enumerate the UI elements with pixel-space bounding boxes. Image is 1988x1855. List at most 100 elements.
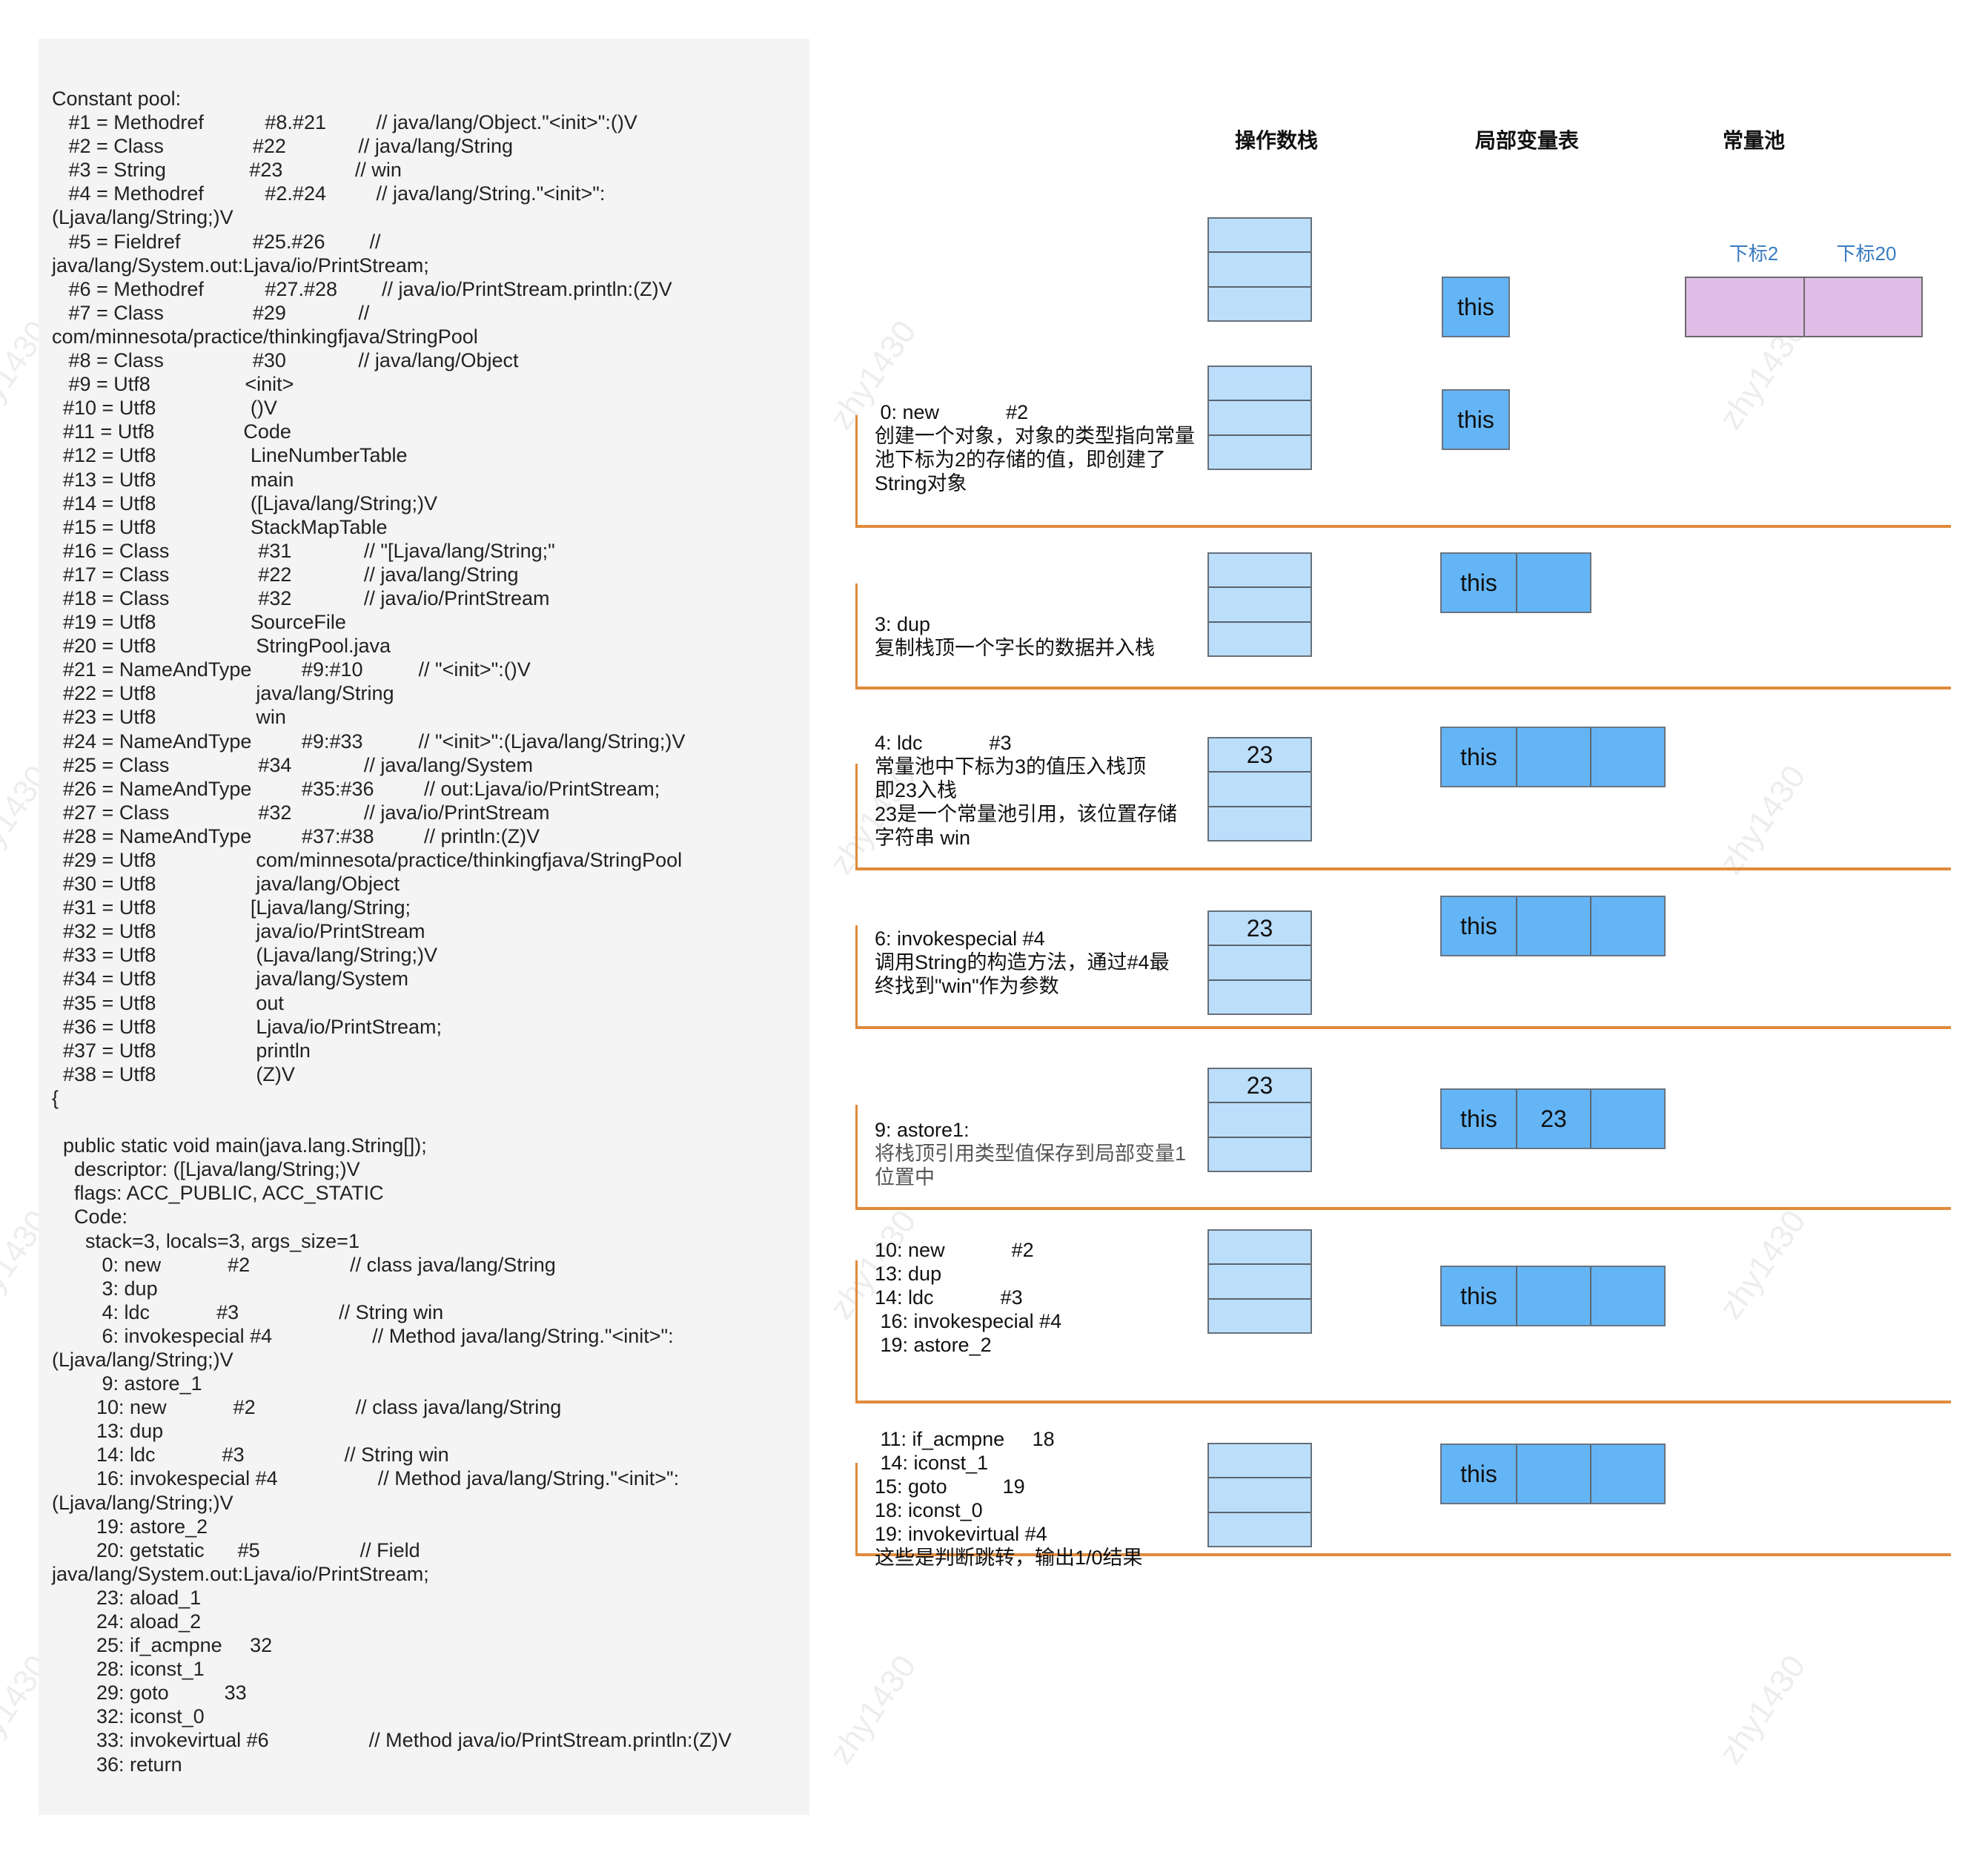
constant-pool-header: 常量池: [1722, 129, 1786, 152]
code-line: #25 = Class #34 // java/lang/System: [52, 753, 534, 776]
code-line: #21 = NameAndType #9:#10 // "<init>":()V: [52, 658, 531, 681]
operand-stack-slot: [1209, 979, 1311, 1014]
step-explanation: 将栈顶引用类型值保存到局部变量1: [875, 1143, 1187, 1165]
code-line: #8 = Class #30 // java/lang/Object: [52, 349, 519, 372]
local-variable-table: this: [1440, 1444, 1666, 1504]
code-line: 29: goto 33: [52, 1682, 247, 1704]
step-explanation: 终找到"win"作为参数: [875, 975, 1059, 997]
step-description: 11: if_acmpne 18 14: iconst_1 15: goto 19…: [875, 1427, 1143, 1570]
local-variable-slot: [1516, 897, 1590, 955]
local-variable-slot: this: [1442, 1090, 1516, 1148]
code-line: #16 = Class #31 // "[Ljava/lang/String;": [52, 539, 555, 562]
code-line: #3 = String #23 // win: [52, 159, 402, 182]
code-line: 13: dup: [52, 1420, 164, 1443]
local-variable-slot: 23: [1516, 1090, 1590, 1148]
code-line: Code:: [52, 1206, 128, 1229]
code-line: 3: dup: [52, 1277, 158, 1300]
code-line: #2 = Class #22 // java/lang/String: [52, 135, 514, 158]
code-line: #24 = NameAndType #9:#33 // "<init>":(Lj…: [52, 730, 686, 753]
code-line: #6 = Methodref #27.#28 // java/io/PrintS…: [52, 277, 672, 300]
step-explanation: 创建一个对象，对象的类型指向常量: [875, 425, 1195, 447]
step-explanation: String对象: [875, 472, 967, 495]
code-line: java/lang/System.out:Ljava/io/PrintStrea…: [52, 254, 429, 277]
operand-stack: [1207, 217, 1312, 322]
local-variables-header: 局部变量表: [1474, 129, 1580, 152]
constant-pool-cell: [1803, 278, 1921, 336]
code-line: (Ljava/lang/String;)V: [52, 206, 233, 229]
step-instruction: 3: dup: [875, 613, 931, 635]
step-description: 10: new #2 13: dup 14: ldc #3 16: invokesp…: [875, 1238, 1061, 1357]
local-variable-slot: [1590, 897, 1664, 955]
local-variable-table: this: [1440, 896, 1666, 956]
code-line: 19: astore_2: [52, 1515, 208, 1538]
code-line: stack=3, locals=3, args_size=1: [52, 1229, 360, 1252]
code-line: 0: new #2 // class java/lang/String: [52, 1253, 556, 1276]
bytecode-listing-panel: Constant pool: #1 = Methodref #8.#21 // …: [39, 39, 809, 1815]
code-line: 4: ldc #3 // String win: [52, 1300, 444, 1323]
step-instruction: 10: new #2: [875, 1239, 1034, 1261]
code-line: #27 = Class #32 // java/io/PrintStream: [52, 801, 550, 824]
operand-stack-slot: [1209, 1444, 1311, 1478]
operand-stack: [1207, 1229, 1312, 1334]
local-variable-table: this 23: [1440, 1088, 1666, 1149]
code-line: #19 = Utf8 SourceFile: [52, 611, 346, 634]
step-explanation: 字符串 win: [875, 827, 971, 849]
code-line: 25: if_acmpne 32: [52, 1634, 273, 1657]
code-line: 9: astore_1: [52, 1372, 202, 1395]
code-line: #35 = Utf8 out: [52, 991, 284, 1014]
code-line: java/lang/System.out:Ljava/io/PrintStrea…: [52, 1562, 429, 1585]
code-line: #15 = Utf8 StackMapTable: [52, 515, 388, 538]
operand-stack-slot: [1209, 219, 1311, 252]
step-description: 0: new #2 创建一个对象，对象的类型指向常量 池下标为2的存储的值，即创建了…: [875, 400, 1195, 495]
operand-stack: [1207, 552, 1312, 657]
step-instruction: 14: ldc #3: [875, 1286, 1023, 1309]
operand-stack-slot: [1209, 1263, 1311, 1298]
code-line: #17 = Class #22 // java/lang/String: [52, 563, 519, 586]
code-line: #26 = NameAndType #35:#36 // out:Ljava/i…: [52, 777, 660, 800]
code-line: 23: aload_1: [52, 1586, 202, 1609]
code-line: #23 = Utf8 win: [52, 706, 286, 729]
code-line: #28 = NameAndType #37:#38 // println:(Z)…: [52, 824, 540, 847]
step-explanation: 复制栈顶一个字长的数据并入栈: [875, 637, 1155, 659]
code-line: #31 = Utf8 [Ljava/lang/String;: [52, 896, 411, 919]
local-variable-slot: [1516, 1445, 1590, 1503]
operand-stack-slot: [1209, 1297, 1311, 1332]
local-variable-table: this: [1440, 552, 1591, 613]
operand-stack-slot: [1209, 400, 1311, 434]
operand-stack: 23: [1207, 910, 1312, 1015]
pool-index-label: 下标2: [1729, 242, 1779, 265]
operand-stack-slot: [1209, 1477, 1311, 1512]
code-line: #34 = Utf8 java/lang/System: [52, 968, 408, 991]
step-instruction: 9: astore1:: [875, 1119, 970, 1141]
step-description: 9: astore1: 将栈顶引用类型值保存到局部变量1 位置中: [875, 1118, 1186, 1189]
operand-stack: [1207, 1443, 1312, 1547]
step-instruction: 6: invokespecial #4: [875, 928, 1045, 950]
operand-stack-slot: [1209, 586, 1311, 621]
code-line: 16: invokespecial #4 // Method java/lang…: [52, 1467, 680, 1490]
local-variable-slot: [1590, 1445, 1664, 1503]
local-variable-table: this: [1440, 727, 1666, 787]
watermark-text: zhy1430: [823, 1648, 924, 1771]
local-variable-table: this: [1442, 277, 1510, 337]
step-explanation: 调用String的构造方法，通过#4最: [875, 951, 1170, 973]
code-line: #30 = Utf8 java/lang/Object: [52, 873, 400, 896]
operand-stack-slot: [1209, 367, 1311, 400]
local-variable-slot: this: [1442, 1445, 1516, 1503]
code-line: #10 = Utf8 ()V: [52, 397, 277, 420]
local-variable-slot: [1516, 1267, 1590, 1325]
operand-stack-slot: [1209, 285, 1311, 320]
operand-stack-slot: [1209, 1231, 1311, 1264]
operand-stack-slot: [1209, 1136, 1311, 1171]
code-line: 28: iconst_1: [52, 1658, 205, 1681]
step-instruction: 14: iconst_1: [875, 1452, 989, 1474]
code-line: 14: ldc #3 // String win: [52, 1444, 449, 1467]
code-line: 6: invokespecial #4 // Method java/lang/…: [52, 1324, 674, 1347]
local-variable-slot: [1516, 728, 1590, 786]
code-line: #33 = Utf8 (Ljava/lang/String;)V: [52, 944, 437, 967]
local-variable-slot: this: [1443, 278, 1508, 336]
local-variable-slot: this: [1442, 1267, 1516, 1325]
step-instruction: 16: invokespecial #4: [875, 1310, 1062, 1332]
constant-pool-table: [1685, 277, 1923, 337]
operand-stack-slot: [1209, 554, 1311, 587]
